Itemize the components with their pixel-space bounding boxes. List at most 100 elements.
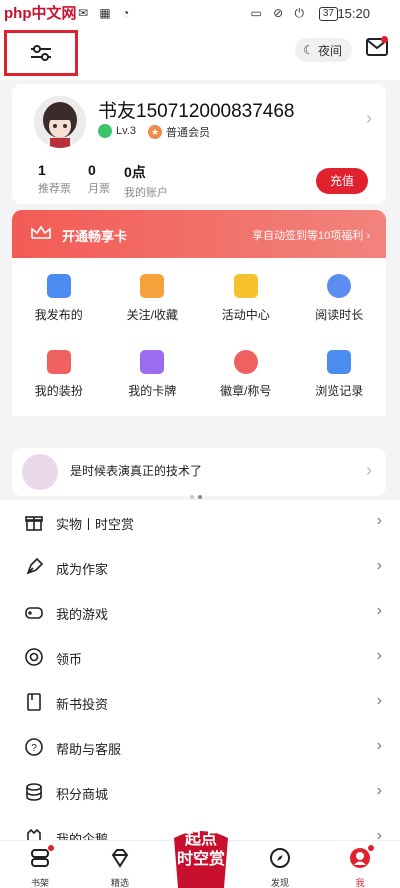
badge-line1: 起点 — [184, 831, 217, 848]
chevron-right-icon: › — [376, 782, 382, 799]
database-icon — [24, 782, 44, 802]
grid-item-cards[interactable]: 我的卡牌 — [106, 350, 200, 399]
grid-label: 阅读时长 — [315, 308, 364, 322]
menu-label: 领币 — [56, 652, 83, 667]
gift-icon — [24, 512, 44, 532]
avatar[interactable] — [34, 96, 86, 148]
tab-discover[interactable]: 发现 — [250, 847, 310, 888]
chevron-right-icon: › — [376, 647, 382, 664]
folder-icon — [140, 274, 165, 298]
chevron-right-icon[interactable]: › — [366, 108, 372, 129]
watermark-logo: php中文网 — [4, 5, 77, 22]
tab-label: 我 — [355, 878, 365, 888]
tab-featured[interactable]: 精选 — [90, 847, 150, 888]
tab-bookshelf[interactable]: 书架 — [10, 847, 70, 888]
stat-recommend[interactable]: 1 推荐票 — [38, 162, 71, 196]
menu-item-points-mall[interactable]: 积分商城 › — [0, 770, 400, 815]
notification-dot — [48, 845, 54, 851]
banner-avatar — [22, 454, 58, 490]
gift-box-icon — [233, 274, 258, 298]
pen-icon — [24, 557, 44, 577]
tab-label: 书架 — [30, 878, 49, 888]
menu-label: 我的游戏 — [56, 607, 109, 622]
menu-label: 新书投资 — [56, 697, 109, 712]
bookshelf-icon — [31, 849, 49, 867]
settings-button[interactable] — [4, 30, 78, 76]
diamond-icon — [111, 849, 129, 868]
chevron-right-icon: › — [376, 512, 382, 529]
grid-label: 徽章/称号 — [220, 384, 272, 398]
grid-label: 我的装扮 — [34, 384, 83, 398]
history-icon — [327, 350, 352, 374]
vip-promo: 享自动签到等10项福利 › — [252, 230, 370, 242]
recharge-button[interactable]: 充值 — [316, 168, 368, 194]
feature-grid: 我发布的 关注/收藏 活动中心 阅读时长 我的装扮 我的卡牌 徽章/称号 浏览记… — [12, 258, 386, 416]
grid-item-history[interactable]: 浏览记录 — [293, 350, 387, 399]
chevron-right-icon: › — [366, 460, 372, 480]
menu-label: 帮助与客服 — [56, 742, 122, 757]
vip-title: 开通畅享卡 — [62, 229, 128, 244]
chevron-right-icon: › — [376, 737, 382, 754]
stat-monthly[interactable]: 0 月票 — [88, 162, 110, 196]
grid-label: 活动中心 — [221, 308, 270, 322]
grid-label: 浏览记录 — [315, 384, 364, 398]
grid-item-reading-time[interactable]: 阅读时长 — [293, 274, 387, 323]
status-icons-right: ▭ ⊘ ⏻ — [250, 6, 308, 20]
grid-label: 我发布的 — [34, 308, 83, 322]
gamepad-icon — [24, 602, 44, 622]
grid-label: 我的卡牌 — [128, 384, 177, 398]
book-icon — [24, 692, 44, 712]
grid-label: 关注/收藏 — [126, 308, 178, 322]
night-mode-label: 夜间 — [317, 43, 342, 58]
stat-value: 1 — [38, 162, 46, 178]
crown-icon — [31, 225, 51, 239]
carousel-dot-active — [198, 495, 202, 499]
night-mode-button[interactable]: ☾ 夜间 — [295, 38, 352, 62]
grid-item-events[interactable]: 活动中心 — [199, 274, 293, 323]
avatar-image — [34, 96, 86, 148]
notification-dot — [381, 36, 388, 43]
vip-card-banner[interactable]: 开通畅享卡 享自动签到等10项福利 › — [12, 210, 386, 258]
carousel-dot — [190, 495, 194, 499]
menu-item-help[interactable]: ? 帮助与客服 › — [0, 725, 400, 770]
clock: 15:20 — [337, 6, 370, 21]
tab-me[interactable]: 我 — [330, 847, 390, 888]
menu-item-author[interactable]: 成为作家 › — [0, 545, 400, 590]
grid-item-follow[interactable]: 关注/收藏 — [106, 274, 200, 323]
menu-label: 实物丨时空赏 — [56, 517, 135, 532]
menu-list: 实物丨时空赏 › 成为作家 › 我的游戏 › 领币 › 新书投资 › ? 帮助与… — [0, 500, 400, 842]
compass-icon — [270, 848, 290, 868]
menu-item-games[interactable]: 我的游戏 › — [0, 590, 400, 635]
stat-account[interactable]: 0点 我的账户 — [124, 162, 168, 200]
sliders-icon — [31, 45, 51, 61]
grid-item-badges[interactable]: 徽章/称号 — [199, 350, 293, 399]
stat-label: 我的账户 — [124, 187, 168, 199]
level-text: Lv.3 — [116, 125, 136, 137]
stat-label: 推荐票 — [38, 183, 71, 195]
menu-item-coins[interactable]: 领币 › — [0, 635, 400, 680]
help-icon: ? — [24, 737, 44, 757]
menu-label: 成为作家 — [56, 562, 109, 577]
badge-line2: 时空赏 — [176, 851, 225, 868]
moon-icon: ☾ — [303, 43, 314, 57]
grid-item-outfit[interactable]: 我的装扮 — [12, 350, 106, 399]
level-icon — [98, 124, 112, 138]
menu-item-invest[interactable]: 新书投资 › — [0, 680, 400, 725]
time-reward-badge[interactable]: 起点 时空赏 — [168, 824, 234, 888]
user-icon — [350, 848, 370, 868]
member-badge: ★ 普通会员 — [148, 124, 210, 140]
top-header: ☾ 夜间 — [0, 28, 400, 80]
badge-text: 起点 时空赏 — [168, 830, 234, 870]
grid-item-my-posts[interactable]: 我发布的 — [12, 274, 106, 323]
menu-item-merch[interactable]: 实物丨时空赏 › — [0, 500, 400, 545]
status-icons-left: ✉ ▦ ◔ — [78, 6, 134, 20]
status-bar: php中文网 ✉ ▦ ◔ ▭ ⊘ ⏻ 37 15:20 — [0, 0, 400, 28]
chevron-right-icon: › — [376, 692, 382, 709]
chevron-right-icon: › — [376, 602, 382, 619]
tab-label: 精选 — [110, 878, 129, 888]
battery-icon: 37 — [318, 7, 338, 21]
level-badge: Lv.3 — [98, 124, 136, 138]
username: 书友150712000837468 — [98, 101, 295, 122]
coin-icon — [24, 647, 44, 667]
svg-text:?: ? — [31, 743, 37, 754]
